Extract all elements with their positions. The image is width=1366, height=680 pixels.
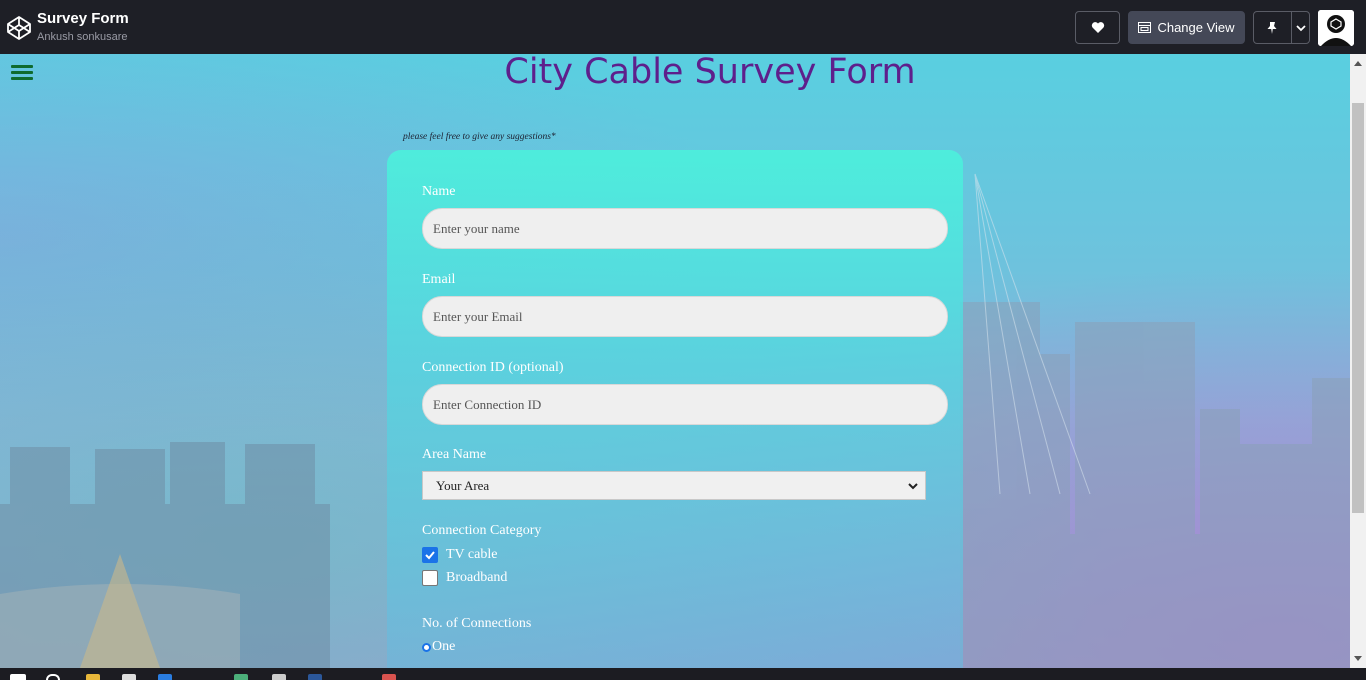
app-icon-3[interactable]	[382, 674, 396, 680]
page-canvas: City Cable Survey Form please feel free …	[0, 54, 1350, 668]
user-avatar-icon	[1318, 10, 1354, 46]
os-taskbar	[0, 668, 1366, 680]
pin-button[interactable]	[1253, 11, 1310, 44]
search-icon[interactable]	[46, 674, 60, 680]
connection-category-label: Connection Category	[422, 523, 542, 538]
tv-cable-checkbox[interactable]	[422, 547, 438, 563]
codepen-logo-icon[interactable]	[6, 15, 32, 41]
area-name-label: Area Name	[422, 447, 487, 462]
layout-icon	[1138, 22, 1152, 33]
email-label: Email	[422, 272, 456, 287]
word-icon[interactable]	[308, 674, 322, 680]
scrollbar-thumb[interactable]	[1352, 103, 1364, 513]
broadband-label: Broadband	[446, 570, 508, 585]
page-scrollbar[interactable]	[1350, 54, 1366, 668]
app-icon-2[interactable]	[272, 674, 286, 680]
change-view-button[interactable]: Change View	[1128, 11, 1245, 44]
like-button[interactable]	[1075, 11, 1120, 44]
top-bar: Survey Form Ankush sonkusare Change View	[0, 0, 1366, 54]
one-radio[interactable]	[422, 642, 431, 652]
pen-author[interactable]: Ankush sonkusare	[37, 31, 128, 43]
pin-icon	[1267, 21, 1277, 34]
scroll-up-icon[interactable]	[1354, 60, 1362, 66]
chevron-down-icon	[908, 483, 918, 490]
change-view-label: Change View	[1157, 20, 1235, 35]
chevron-down-icon[interactable]	[1295, 22, 1307, 34]
category-option-tv-cable[interactable]: TV cable	[422, 547, 497, 563]
pen-title[interactable]: Survey Form	[37, 10, 129, 27]
pin-divider	[1291, 12, 1292, 43]
area-select-value: Your Area	[436, 477, 490, 493]
connection-id-label: Connection ID (optional)	[422, 360, 564, 375]
suggestion-note: please feel free to give any suggestions…	[403, 132, 556, 142]
connections-count-label: No. of Connections	[422, 616, 532, 631]
connection-id-input[interactable]	[422, 384, 948, 425]
scroll-down-icon[interactable]	[1354, 656, 1362, 662]
page-title: City Cable Survey Form	[504, 54, 916, 92]
avatar[interactable]	[1318, 10, 1354, 46]
count-option-one[interactable]: One	[422, 639, 455, 655]
check-icon	[425, 551, 435, 560]
start-icon[interactable]	[10, 674, 26, 680]
heart-icon	[1091, 22, 1104, 33]
edge-icon[interactable]	[158, 674, 172, 680]
email-input[interactable]	[422, 296, 948, 337]
one-label: One	[432, 639, 456, 654]
name-label: Name	[422, 184, 456, 199]
broadband-checkbox[interactable]	[422, 570, 438, 586]
tv-cable-label: TV cable	[446, 547, 498, 562]
category-option-broadband[interactable]: Broadband	[422, 570, 507, 586]
area-select[interactable]: Your Area	[422, 471, 926, 500]
survey-form: Name Email Connection ID (optional) Area…	[387, 150, 963, 668]
app-icon[interactable]	[122, 674, 136, 680]
folder-icon[interactable]	[86, 674, 100, 680]
chrome-icon[interactable]	[234, 674, 248, 680]
name-input[interactable]	[422, 208, 948, 249]
